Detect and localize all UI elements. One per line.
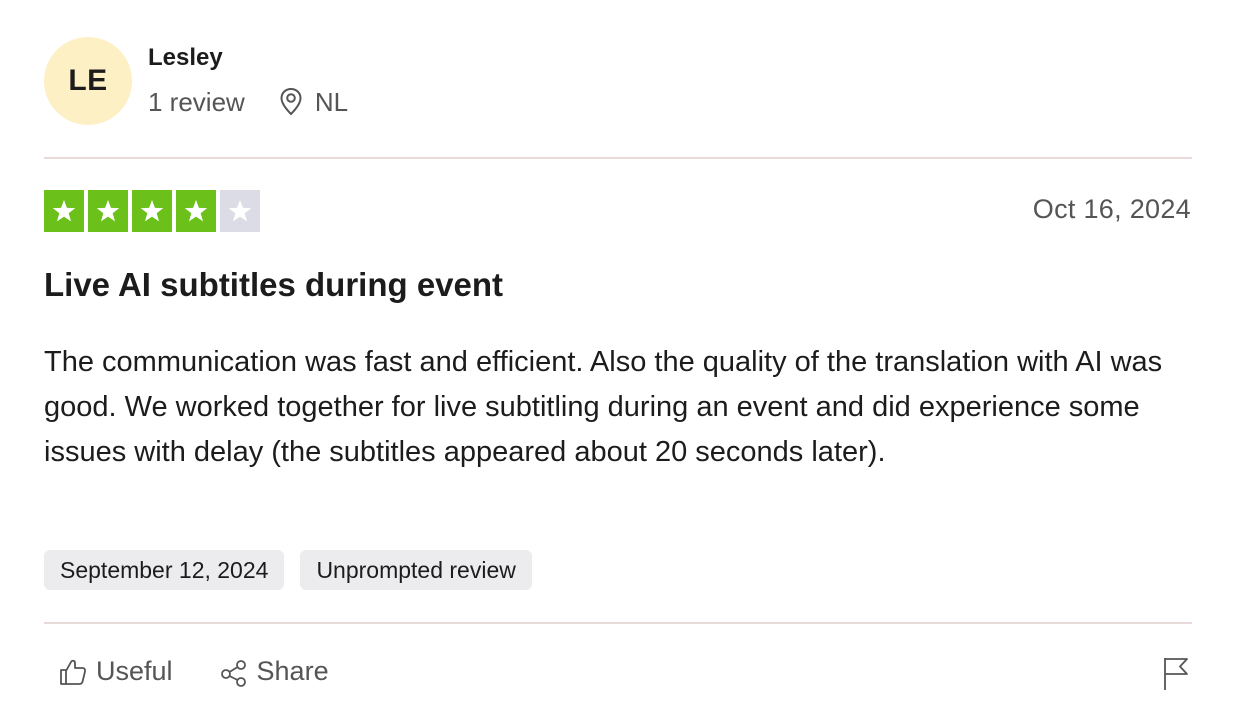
divider <box>44 157 1192 159</box>
reviewer-country: NL <box>314 87 349 117</box>
review-title[interactable]: Live AI subtitles during event <box>44 266 503 304</box>
thumbs-up-icon <box>60 659 87 685</box>
reviewer-header: LE Lesley 1 review NL <box>44 37 348 125</box>
location-pin-icon <box>280 87 302 116</box>
report-button[interactable] <box>1162 656 1190 697</box>
star-filled <box>44 190 84 232</box>
avatar[interactable]: LE <box>44 37 132 125</box>
useful-label: Useful <box>96 656 173 686</box>
star-filled <box>176 190 216 232</box>
review-tags: September 12, 2024 Unprompted review <box>44 550 532 590</box>
reviewer-meta: 1 review NL <box>148 87 448 117</box>
review-card: LE Lesley 1 review NL Oct 16, 2024 Live … <box>0 0 1240 728</box>
review-date: Oct 16, 2024 <box>1032 194 1191 224</box>
review-source-tag[interactable]: Unprompted review <box>300 550 532 590</box>
avatar-initials: LE <box>68 64 108 97</box>
share-icon <box>220 659 246 687</box>
share-button[interactable]: Share <box>219 656 329 687</box>
review-actions: Useful Share <box>58 656 375 687</box>
star-filled <box>132 190 172 232</box>
reviewer-location: NL <box>279 87 348 117</box>
review-body: The communication was fast and efficient… <box>44 346 1163 468</box>
star-rating <box>44 190 260 232</box>
share-label: Share <box>256 656 329 686</box>
flag-icon <box>1164 658 1188 690</box>
divider <box>44 622 1192 624</box>
reviewer-name[interactable]: Lesley <box>148 43 448 73</box>
star-empty <box>220 190 260 232</box>
useful-button[interactable]: Useful <box>58 656 173 687</box>
reviewer-info: Lesley 1 review NL <box>148 43 448 117</box>
star-filled <box>88 190 128 232</box>
experience-date-tag: September 12, 2024 <box>44 550 285 590</box>
review-count: 1 review <box>148 87 245 117</box>
